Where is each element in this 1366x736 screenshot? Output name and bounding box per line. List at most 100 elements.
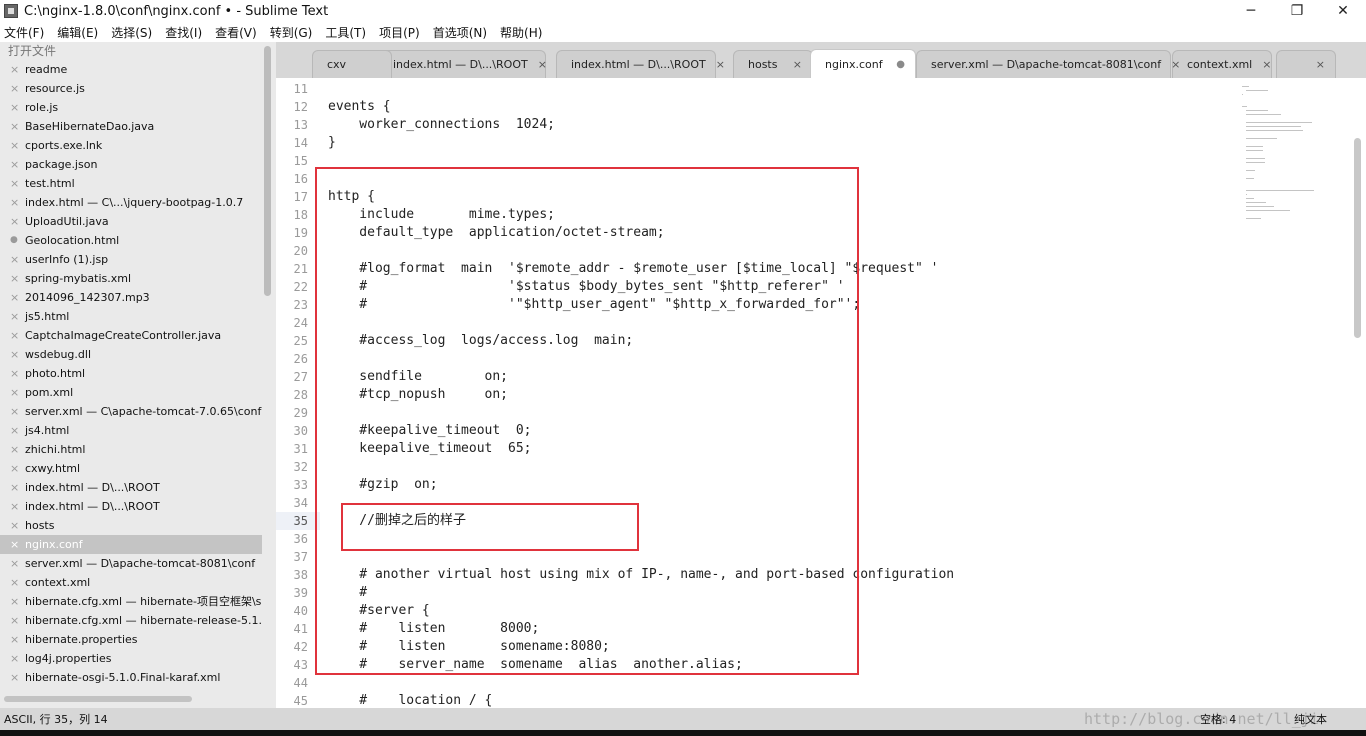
sidebar-file-item[interactable]: × UploadUtil.java <box>0 212 262 231</box>
menu-tools[interactable]: 工具(T) <box>325 24 366 41</box>
editor-tab[interactable]: cxv <box>312 50 392 78</box>
status-indentation[interactable]: 空格: 4 <box>1200 711 1236 727</box>
menu-view[interactable]: 查看(V) <box>215 24 257 41</box>
close-file-icon[interactable]: × <box>10 497 25 516</box>
sidebar-file-item[interactable]: × server.xml — D\apache-tomcat-8081\conf <box>0 554 262 573</box>
sidebar-file-item[interactable]: × nginx.conf <box>0 535 262 554</box>
close-file-icon[interactable]: × <box>10 98 25 117</box>
editor-tab[interactable]: context.xml × <box>1172 50 1272 78</box>
close-file-icon[interactable]: × <box>10 592 25 611</box>
close-file-icon[interactable]: × <box>10 250 25 269</box>
code-line[interactable]: } <box>328 134 336 152</box>
sidebar-file-item[interactable]: × 2014096_142307.mp3 <box>0 288 262 307</box>
menu-preferences[interactable]: 首选项(N) <box>433 24 487 41</box>
close-file-icon[interactable]: × <box>10 212 25 231</box>
sidebar-vertical-scrollbar[interactable] <box>264 46 271 296</box>
unsaved-dot-icon[interactable]: ● <box>896 59 905 70</box>
close-file-icon[interactable]: × <box>10 345 25 364</box>
close-file-icon[interactable]: × <box>10 649 25 668</box>
sidebar-file-item[interactable]: × server.xml — C\apache-tomcat-7.0.65\con… <box>0 402 262 421</box>
editor-tab[interactable]: index.html — D\...\ROOT × <box>378 50 547 78</box>
code-line[interactable]: events { <box>328 98 391 116</box>
sidebar-file-item[interactable]: × index.html — D\...\ROOT <box>0 497 262 516</box>
sidebar-file-item[interactable]: × wsdebug.dll <box>0 345 262 364</box>
menu-help[interactable]: 帮助(H) <box>500 24 542 41</box>
sidebar-file-item[interactable]: × cxwy.html <box>0 459 262 478</box>
sidebar-file-item[interactable]: × userInfo (1).jsp <box>0 250 262 269</box>
close-file-icon[interactable]: × <box>10 193 25 212</box>
close-file-icon[interactable]: × <box>10 155 25 174</box>
sidebar-file-item[interactable]: × package.json <box>0 155 262 174</box>
close-file-icon[interactable]: × <box>10 421 25 440</box>
close-file-icon[interactable]: × <box>10 535 25 554</box>
code-line[interactable]: worker_connections 1024; <box>328 116 555 134</box>
sidebar-horizontal-scrollbar[interactable] <box>4 696 192 702</box>
close-file-icon[interactable]: × <box>10 326 25 345</box>
close-file-icon[interactable]: × <box>10 60 25 79</box>
sidebar-file-item[interactable]: × resource.js <box>0 79 262 98</box>
close-file-icon[interactable]: × <box>10 516 25 535</box>
close-file-icon[interactable]: × <box>10 459 25 478</box>
sidebar-file-item[interactable]: × index.html — D\...\ROOT <box>0 478 262 497</box>
close-file-icon[interactable]: × <box>10 611 25 630</box>
close-file-icon[interactable]: × <box>10 440 25 459</box>
sidebar-file-item[interactable]: × hibernate-osgi-5.1.0.Final-karaf.xml <box>0 668 262 687</box>
sidebar-file-item[interactable]: × hosts <box>0 516 262 535</box>
close-file-icon[interactable]: × <box>10 478 25 497</box>
menu-find[interactable]: 查找(I) <box>165 24 202 41</box>
status-syntax[interactable]: 纯文本 <box>1294 711 1327 727</box>
close-file-icon[interactable]: × <box>10 668 25 687</box>
sidebar-file-item[interactable]: × test.html <box>0 174 262 193</box>
sidebar-file-item[interactable]: × BaseHibernateDao.java <box>0 117 262 136</box>
close-file-icon[interactable]: × <box>10 554 25 573</box>
close-window-button[interactable]: ✕ <box>1320 0 1366 22</box>
sidebar-file-item[interactable]: × js4.html <box>0 421 262 440</box>
close-file-icon[interactable]: × <box>10 136 25 155</box>
sidebar-file-item[interactable]: × hibernate.cfg.xml — hibernate-项目空框架\s <box>0 592 262 611</box>
editor-vertical-scrollbar[interactable] <box>1354 138 1361 338</box>
editor-tab[interactable]: × <box>1276 50 1336 78</box>
sidebar-file-item[interactable]: × js5.html <box>0 307 262 326</box>
close-file-icon[interactable]: × <box>10 79 25 98</box>
menu-selection[interactable]: 选择(S) <box>111 24 152 41</box>
sidebar-file-item[interactable]: × zhichi.html <box>0 440 262 459</box>
tab-close-icon[interactable]: × <box>716 58 725 71</box>
tab-close-icon[interactable]: × <box>793 58 802 71</box>
editor-tab[interactable]: index.html — D\...\ROOT × <box>556 50 725 78</box>
close-file-icon[interactable]: × <box>10 383 25 402</box>
close-file-icon[interactable]: × <box>10 364 25 383</box>
menu-project[interactable]: 项目(P) <box>379 24 420 41</box>
sidebar-file-item[interactable]: × pom.xml <box>0 383 262 402</box>
sidebar-file-item[interactable]: × index.html — C\...\jquery-bootpag-1.0.7 <box>0 193 262 212</box>
sidebar-file-item[interactable]: × log4j.properties <box>0 649 262 668</box>
sidebar-file-item[interactable]: × hibernate.cfg.xml — hibernate-release-5… <box>0 611 262 630</box>
minimize-button[interactable]: ─ <box>1228 0 1274 22</box>
tab-close-icon[interactable]: × <box>538 58 547 71</box>
editor-tab[interactable]: hosts × <box>733 50 813 78</box>
editor-tab[interactable]: nginx.conf ● <box>810 49 916 78</box>
close-file-icon[interactable]: × <box>10 288 25 307</box>
close-file-icon[interactable]: × <box>10 117 25 136</box>
close-file-icon[interactable]: × <box>10 573 25 592</box>
code-line[interactable]: # location / { <box>328 692 492 708</box>
editor-tab[interactable]: server.xml — D\apache-tomcat-8081\conf × <box>916 50 1180 78</box>
tab-close-icon[interactable]: × <box>1316 58 1325 71</box>
menu-edit[interactable]: 编辑(E) <box>57 24 98 41</box>
close-file-icon[interactable]: × <box>10 174 25 193</box>
sidebar-file-item[interactable]: ● Geolocation.html <box>0 231 262 250</box>
sidebar-file-item[interactable]: × cports.exe.lnk <box>0 136 262 155</box>
sidebar-file-item[interactable]: × hibernate.properties <box>0 630 262 649</box>
minimap[interactable] <box>1242 78 1352 238</box>
sidebar-file-item[interactable]: × readme <box>0 60 262 79</box>
sidebar-file-item[interactable]: × photo.html <box>0 364 262 383</box>
close-file-icon[interactable]: × <box>10 307 25 326</box>
close-file-icon[interactable]: × <box>10 402 25 421</box>
tab-close-icon[interactable]: × <box>1262 58 1271 71</box>
menu-file[interactable]: 文件(F) <box>4 24 44 41</box>
restore-button[interactable]: ❐ <box>1274 0 1320 22</box>
close-file-icon[interactable]: × <box>10 630 25 649</box>
close-file-icon[interactable]: × <box>10 269 25 288</box>
unsaved-dot-icon[interactable]: ● <box>10 231 25 250</box>
code-editor[interactable]: 11 12 13 14 15 16 17 18 19 20 21 22 23 24 25 26 27 28 29 30… <box>276 78 1366 708</box>
sidebar-file-item[interactable]: × role.js <box>0 98 262 117</box>
